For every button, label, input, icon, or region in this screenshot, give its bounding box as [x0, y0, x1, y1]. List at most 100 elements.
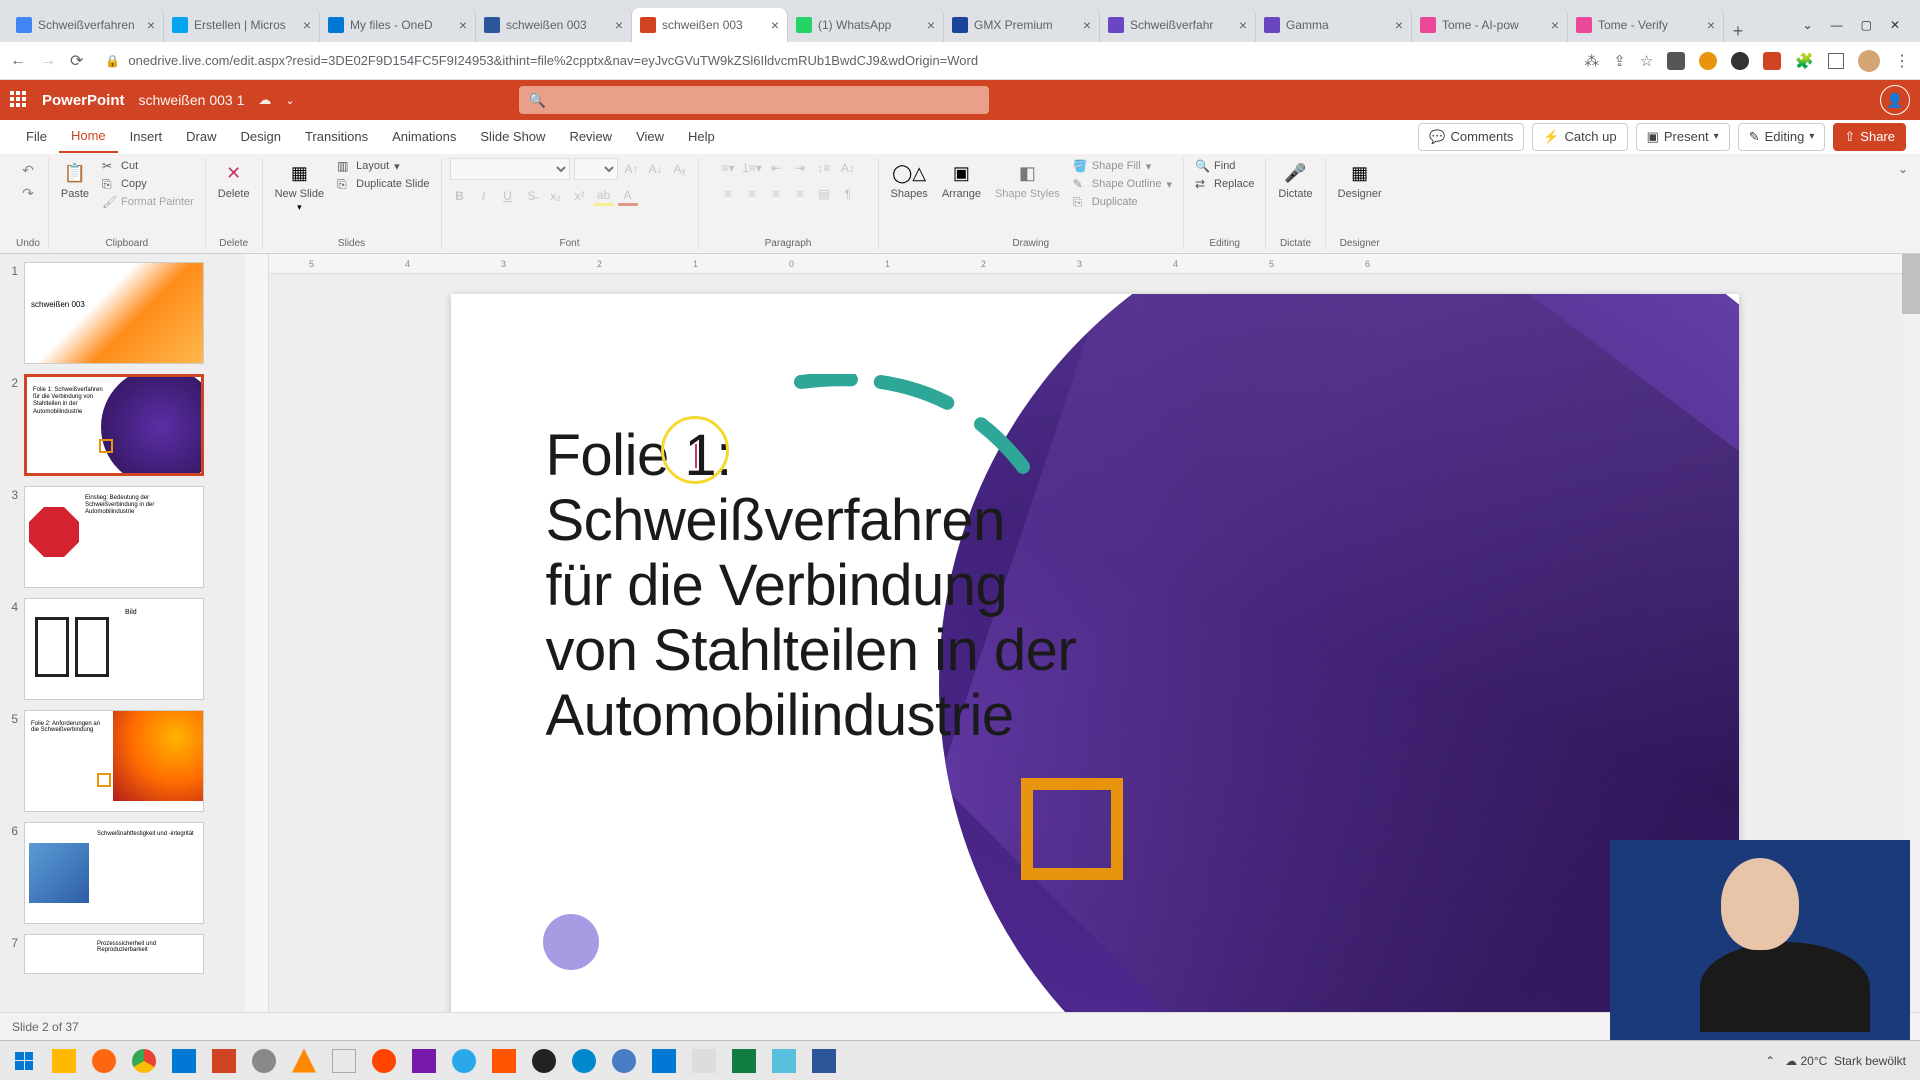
excel-icon[interactable] [726, 1045, 762, 1077]
indent-right-icon[interactable]: ⇥ [790, 158, 810, 178]
text-direction-icon[interactable]: A↕ [838, 158, 858, 178]
slide-thumb[interactable]: Folie 2: Anforderungen an die Schweißver… [24, 710, 204, 812]
ribbon-tab-view[interactable]: View [624, 120, 676, 153]
ribbon-tab-review[interactable]: Review [557, 120, 624, 153]
document-name[interactable]: schweißen 003 1 [139, 92, 245, 108]
clear-format-icon[interactable]: Aᵪ [670, 159, 690, 179]
duplicate-slide-button[interactable]: ⎘Duplicate Slide [334, 176, 432, 192]
present-button[interactable]: ▣Present▾ [1636, 123, 1730, 151]
copy-button[interactable]: ⎘Copy [99, 176, 197, 192]
dictate-button[interactable]: 🎤Dictate [1274, 158, 1316, 202]
strike-icon[interactable]: S̶ [522, 186, 542, 206]
chrome-icon[interactable] [126, 1045, 162, 1077]
bold-icon[interactable]: B [450, 186, 470, 206]
browser-tab[interactable]: Erstellen | Micros× [164, 8, 320, 42]
telegram-icon[interactable] [446, 1045, 482, 1077]
ribbon-tab-help[interactable]: Help [676, 120, 727, 153]
font-size-select[interactable] [574, 158, 618, 180]
slide-thumb[interactable]: Einstieg: Bedeutung der Schweißverbindun… [24, 486, 204, 588]
close-icon[interactable]: × [1083, 17, 1091, 33]
extension-icon[interactable] [1731, 52, 1749, 70]
increase-font-icon[interactable]: A↑ [622, 159, 642, 179]
app-icon[interactable] [606, 1045, 642, 1077]
italic-icon[interactable]: I [474, 186, 494, 206]
indent-left-icon[interactable]: ⇤ [766, 158, 786, 178]
browser-tab[interactable]: (1) WhatsApp× [788, 8, 944, 42]
translate-icon[interactable]: ⁂ [1584, 52, 1599, 70]
browser-tab[interactable]: My files - OneD× [320, 8, 476, 42]
close-icon[interactable]: × [1395, 17, 1403, 33]
arrange-button[interactable]: ▣Arrange [938, 158, 985, 202]
url-input[interactable]: 🔒 onedrive.live.com/edit.aspx?resid=3DE0… [95, 47, 1572, 75]
editing-mode-button[interactable]: ✎Editing▾ [1738, 123, 1826, 151]
app-icon[interactable] [566, 1045, 602, 1077]
new-slide-button[interactable]: ▦New Slide▾ [271, 158, 329, 215]
forward-icon[interactable]: → [40, 52, 56, 70]
comments-button[interactable]: 💬Comments [1418, 123, 1524, 151]
app-icon[interactable] [246, 1045, 282, 1077]
app-launcher-icon[interactable] [10, 91, 28, 109]
browser-tab[interactable]: GMX Premium× [944, 8, 1100, 42]
ribbon-tab-animations[interactable]: Animations [380, 120, 468, 153]
close-icon[interactable]: × [459, 17, 467, 33]
redo-icon[interactable]: ↷ [22, 185, 34, 202]
app-icon[interactable] [486, 1045, 522, 1077]
close-window-icon[interactable]: ✕ [1890, 18, 1900, 32]
close-icon[interactable]: × [615, 17, 623, 33]
app-icon[interactable] [646, 1045, 682, 1077]
ribbon-tab-slideshow[interactable]: Slide Show [468, 120, 557, 153]
close-icon[interactable]: × [303, 17, 311, 33]
browser-tab[interactable]: Gamma× [1256, 8, 1412, 42]
start-menu-icon[interactable] [6, 1045, 42, 1077]
extension-icon[interactable] [1667, 52, 1685, 70]
close-icon[interactable]: × [1239, 17, 1247, 33]
close-icon[interactable]: × [771, 17, 779, 33]
replace-button[interactable]: ⇄Replace [1192, 176, 1257, 192]
weather-widget[interactable]: ☁ 20°C Stark bewölkt [1785, 1054, 1906, 1068]
justify-icon[interactable]: ≡ [790, 184, 810, 204]
highlight-icon[interactable]: ab [594, 186, 614, 206]
shape-fill-button[interactable]: 🪣Shape Fill ▾ [1070, 158, 1175, 174]
slide-thumbnails-panel[interactable]: 1 schweißen 003 2 Folie 1: Schweißverfah… [0, 254, 245, 1045]
tray-chevron-icon[interactable]: ⌃ [1765, 1054, 1775, 1068]
line-spacing-icon[interactable]: ↕≡ [814, 158, 834, 178]
align-center-icon[interactable]: ≡ [742, 184, 762, 204]
delete-button[interactable]: ✕Delete [214, 158, 254, 202]
slide-thumb[interactable]: Prozesssicherheit und Reproduzierbarkeit [24, 934, 204, 974]
obs-icon[interactable] [526, 1045, 562, 1077]
app-icon[interactable] [686, 1045, 722, 1077]
back-icon[interactable]: ← [10, 52, 26, 70]
extension-icon[interactable] [1763, 52, 1781, 70]
columns-icon[interactable]: ▤ [814, 184, 834, 204]
layout-button[interactable]: ▥Layout ▾ [334, 158, 432, 174]
menu-icon[interactable]: ⋮ [1894, 51, 1910, 71]
close-icon[interactable]: × [927, 17, 935, 33]
close-icon[interactable]: × [147, 17, 155, 33]
rtl-icon[interactable]: ¶ [838, 184, 858, 204]
app-icon[interactable] [326, 1045, 362, 1077]
superscript-icon[interactable]: x² [570, 186, 590, 206]
app-icon[interactable] [366, 1045, 402, 1077]
browser-tab-active[interactable]: schweißen 003× [632, 8, 788, 42]
onenote-icon[interactable] [406, 1045, 442, 1077]
ribbon-tab-design[interactable]: Design [229, 120, 293, 153]
font-color-icon[interactable]: A [618, 186, 638, 206]
undo-icon[interactable]: ↶ [22, 162, 34, 179]
word-icon[interactable] [806, 1045, 842, 1077]
panel-icon[interactable] [1828, 53, 1844, 69]
catchup-button[interactable]: ⚡Catch up [1532, 123, 1627, 151]
vlc-icon[interactable] [286, 1045, 322, 1077]
share-button[interactable]: ⇧Share [1833, 123, 1906, 151]
align-right-icon[interactable]: ≡ [766, 184, 786, 204]
powerpoint-icon[interactable] [206, 1045, 242, 1077]
outlook-icon[interactable] [166, 1045, 202, 1077]
reload-icon[interactable]: ⟳ [70, 51, 83, 71]
extension-icon[interactable] [1699, 52, 1717, 70]
notepad-icon[interactable] [766, 1045, 802, 1077]
minimize-icon[interactable]: — [1831, 18, 1843, 32]
new-tab-button[interactable]: + [1724, 21, 1752, 42]
star-icon[interactable]: ☆ [1640, 52, 1653, 70]
browser-tab[interactable]: Schweißverfahr× [1100, 8, 1256, 42]
slide-canvas[interactable]: Folie 1:Schweißverfahrenfür die Verbindu… [451, 294, 1739, 1020]
cut-button[interactable]: ✂Cut [99, 158, 197, 174]
